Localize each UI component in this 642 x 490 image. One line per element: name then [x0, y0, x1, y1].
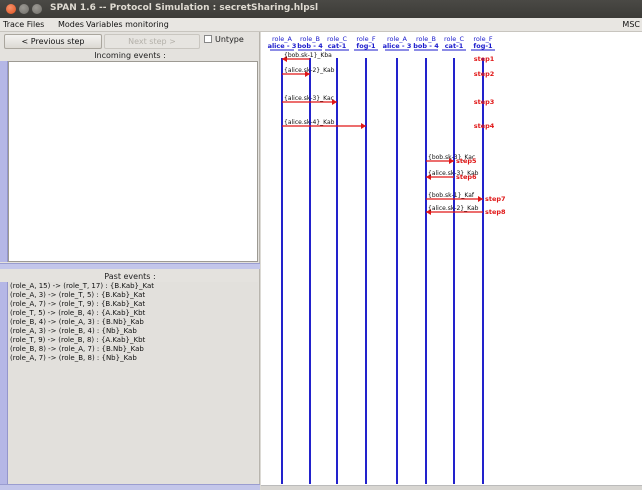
window-title: SPAN 1.6 -- Protocol Simulation : secret…	[50, 3, 319, 13]
message-step-label: step3	[474, 98, 495, 106]
menu-modes[interactable]: Modes	[58, 20, 84, 29]
incoming-events-scrollbar[interactable]	[0, 61, 8, 262]
message-label: {alice.sk-2}_Kab	[284, 67, 335, 74]
menu-trace-files[interactable]: Trace Files	[3, 20, 44, 29]
past-events-scrollbar[interactable]	[0, 282, 8, 484]
title-bar: SPAN 1.6 -- Protocol Simulation : secret…	[0, 0, 642, 18]
untype-checkbox[interactable]	[204, 35, 212, 43]
step-controls: < Previous step Next step > Untype	[0, 34, 260, 49]
message-step-label: step4	[474, 122, 495, 130]
lifeline-instance-label: bob - 4	[413, 42, 439, 50]
incoming-horizontal-scrollbar[interactable]	[0, 263, 260, 269]
lifeline-instance-label: alice - 3	[383, 42, 412, 50]
past-horizontal-scrollbar[interactable]	[0, 484, 260, 490]
close-window-button[interactable]	[6, 4, 16, 14]
diagram-horizontal-scrollbar[interactable]	[261, 485, 642, 490]
lifeline-instance-label: fog-1	[356, 42, 376, 50]
past-event-item[interactable]: (role_A, 15) -> (role_T, 17) : {B.Kab}_K…	[8, 282, 258, 291]
previous-step-button[interactable]: < Previous step	[4, 34, 102, 49]
next-step-button[interactable]: Next step >	[104, 34, 200, 49]
message-step-label: step6	[456, 173, 477, 181]
left-panel: < Previous step Next step > Untype Incom…	[0, 32, 260, 490]
lifeline-instance-label: bob - 4	[297, 42, 323, 50]
msc-diagram: role_A alice - 3 role_B bob - 4 role_C cat-1 r…	[261, 32, 642, 490]
msc-label: MSC	[622, 20, 640, 29]
message-label: {alice.sk-2}_Kab	[428, 205, 479, 212]
incoming-events-list[interactable]	[8, 61, 258, 262]
lifeline-instance-label: cat-1	[445, 42, 464, 50]
untype-toggle[interactable]: Untype	[204, 35, 244, 44]
lifeline-instance-label: cat-1	[328, 42, 347, 50]
past-event-item[interactable]: (role_A, 3) -> (role_T, 5) : {B.Kab}_Kat	[8, 291, 258, 300]
past-events-title: Past events :	[104, 272, 156, 281]
untype-label: Untype	[215, 35, 244, 44]
message-label: {bob.sk-1}_Kba	[284, 52, 332, 59]
lifeline-instance-label: alice - 3	[268, 42, 297, 50]
message-label: {bob.sk-1}_Kaf	[428, 192, 475, 199]
past-event-item[interactable]: (role_A, 7) -> (role_B, 8) : {Nb}_Kab	[8, 354, 258, 363]
incoming-events-title: Incoming events :	[94, 51, 166, 60]
menu-bar: Trace Files Modes Variables monitoring M…	[0, 18, 642, 32]
message-step-label: step7	[485, 195, 506, 203]
message-step-label: step5	[456, 157, 477, 165]
past-event-item[interactable]: (role_A, 3) -> (role_B, 4) : {Nb}_Kab	[8, 327, 258, 336]
menu-variables-monitoring[interactable]: Variables monitoring	[86, 20, 169, 29]
minimize-window-button[interactable]	[19, 4, 29, 14]
message-step-label: step1	[474, 55, 495, 63]
message-label: {alice.sk-3}_Kac	[284, 95, 334, 102]
past-event-item[interactable]: (role_B, 4) -> (role_A, 3) : {B.Nb}_Kab	[8, 318, 258, 327]
past-event-item[interactable]: (role_B, 8) -> (role_A, 7) : {B.Nb}_Kab	[8, 345, 258, 354]
past-event-item[interactable]: (role_T, 5) -> (role_B, 4) : {A.Kab}_Kbt	[8, 309, 258, 318]
maximize-window-button[interactable]	[32, 4, 42, 14]
message-step-label: step8	[485, 208, 506, 216]
message-label: {alice.sk-4}_Kab	[284, 119, 335, 126]
past-event-item[interactable]: (role_T, 9) -> (role_B, 8) : {A.Kab}_Kbt	[8, 336, 258, 345]
past-event-item[interactable]: (role_A, 7) -> (role_T, 9) : {B.Kab}_Kat	[8, 300, 258, 309]
msc-canvas: role_Aalice - 3role_Bbob - 4role_Ccat-1r…	[268, 35, 506, 484]
message-step-label: step2	[474, 70, 495, 78]
past-events-list[interactable]: (role_A, 15) -> (role_T, 17) : {B.Kab}_K…	[8, 282, 258, 484]
lifeline-instance-label: fog-1	[473, 42, 493, 50]
